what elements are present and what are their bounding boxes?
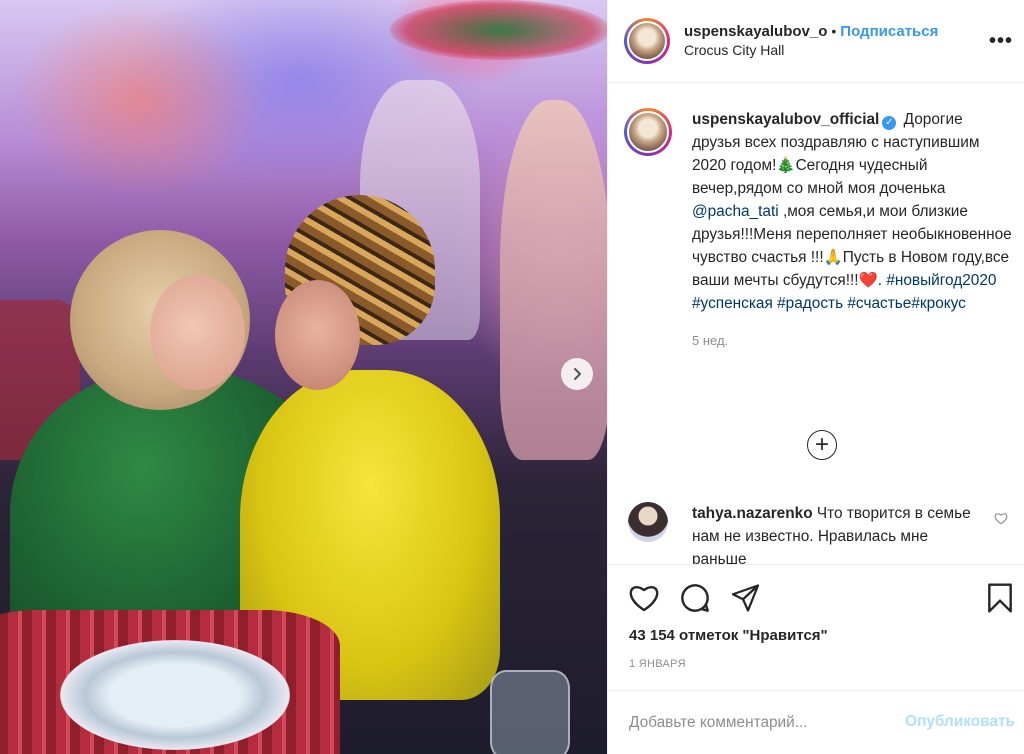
photo-glass xyxy=(490,670,570,754)
plus-circle-icon: + xyxy=(814,431,829,458)
caption-username[interactable]: uspenskayalubov_official xyxy=(692,111,879,128)
caption-mention[interactable]: @pacha_tati xyxy=(692,203,779,220)
photo-plate xyxy=(60,640,290,750)
next-photo-button[interactable] xyxy=(561,358,593,390)
commenter-avatar[interactable] xyxy=(628,502,668,542)
photo-background-guest xyxy=(500,100,607,460)
caption-avatar[interactable] xyxy=(624,108,672,156)
author-info: uspenskayalubov_o • Подписаться Crocus Cit… xyxy=(684,22,938,60)
post-header: uspenskayalubov_o • Подписаться Crocus Cit… xyxy=(608,0,1024,83)
post-location[interactable]: Crocus City Hall xyxy=(684,41,938,60)
verified-badge-icon: ✓ xyxy=(882,116,897,130)
post-date[interactable]: 1 ЯНВАРЯ xyxy=(629,658,686,670)
more-horizontal-icon: ••• xyxy=(988,30,1013,52)
add-comment-section: Опубликовать xyxy=(608,690,1024,754)
post-photo[interactable] xyxy=(0,0,607,754)
post-caption: uspenskayalubov_official ✓ Дорогие друзья… xyxy=(624,108,1014,352)
author-username[interactable]: uspenskayalubov_o xyxy=(684,23,827,40)
publish-button[interactable]: Опубликовать xyxy=(905,713,1015,731)
caption-body: uspenskayalubov_official ✓ Дорогие друзья… xyxy=(692,108,1012,352)
separator-dot: • xyxy=(831,23,837,39)
follow-button[interactable]: Подписаться xyxy=(840,23,938,40)
comment-like-icon[interactable] xyxy=(994,512,1008,525)
photo-face-left xyxy=(150,275,245,390)
bookmark-icon[interactable] xyxy=(986,582,1014,614)
more-options-button[interactable]: ••• xyxy=(989,30,1013,53)
photo-face-right xyxy=(275,280,360,390)
heart-icon[interactable] xyxy=(628,583,660,613)
load-more-comments-button[interactable]: + xyxy=(807,430,837,460)
likes-count[interactable]: 43 154 отметок "Нравится" xyxy=(629,627,828,644)
photo-lights xyxy=(390,0,607,60)
caption-time[interactable]: 5 нед. xyxy=(692,329,1012,352)
post-side-panel: uspenskayalubov_o • Подписаться Crocus Cit… xyxy=(607,0,1024,754)
author-avatar[interactable] xyxy=(624,18,670,64)
comment-input[interactable] xyxy=(629,711,889,735)
comment-icon[interactable] xyxy=(679,582,711,614)
commenter-username[interactable]: tahya.nazarenko xyxy=(692,505,813,522)
chevron-right-icon xyxy=(574,368,581,380)
post-actions: 43 154 отметок "Нравится" 1 ЯНВАРЯ xyxy=(608,564,1024,690)
comment-item: tahya.nazarenko Что творится в семье нам… xyxy=(628,502,1018,564)
comment-body: tahya.nazarenko Что творится в семье нам… xyxy=(692,502,972,564)
share-icon[interactable] xyxy=(730,583,761,613)
